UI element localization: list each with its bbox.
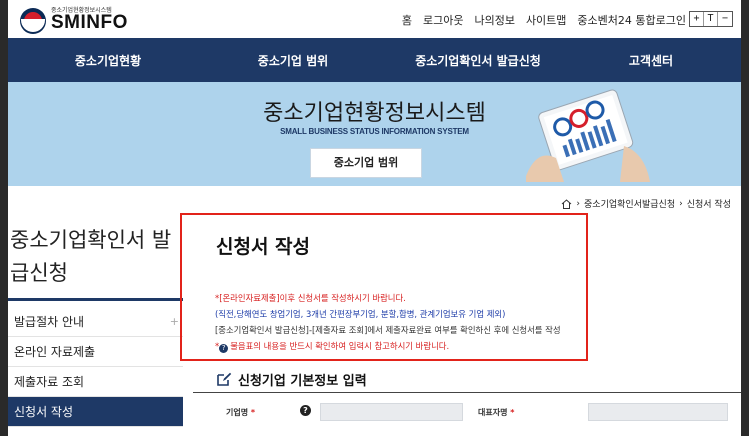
sitemap-link[interactable]: 사이트맵 (526, 12, 566, 28)
my-info-link[interactable]: 나의정보 (474, 12, 514, 28)
sidebar-item-issuance-guide[interactable]: 발급절차 안내 + (8, 307, 183, 337)
breadcrumb-parent[interactable]: 중소기업확인서발급신청 (584, 197, 675, 210)
sidebar-item-label: 온라인 자료제출 (14, 345, 96, 359)
browser-page: 중소기업현황정보시스템 SMINFO 홈 로그아웃 나의정보 사이트맵 중소벤처… (8, 0, 741, 436)
representative-label: 대표자명 * (478, 407, 514, 418)
zoom-out-button[interactable]: − (718, 12, 732, 26)
sidebar-item-label: 신청서 작성 (14, 405, 74, 419)
expand-icon[interactable]: + (170, 307, 179, 337)
text-size-button[interactable]: T (704, 12, 718, 26)
sidebar-divider (8, 298, 183, 301)
sidebar-title: 중소기업확인서 발급신청 (10, 228, 172, 285)
home-icon[interactable] (561, 198, 572, 209)
utility-links: 홈 로그아웃 나의정보 사이트맵 중소벤처24 통합로그인 (402, 12, 686, 28)
help-icon[interactable]: ? (300, 405, 311, 416)
company-name-label: 기업명 * (226, 407, 255, 418)
logo-text: SMINFO (51, 12, 128, 33)
sidebar-item-label: 제출자료 조회 (14, 375, 85, 389)
section-header: 신청기업 기본정보 입력 (216, 370, 367, 389)
main-nav: 중소기업현황 중소기업 범위 중소기업확인서 발급신청 고객센터 (8, 38, 741, 82)
required-mark: * (510, 408, 515, 417)
sidebar-item-application-form[interactable]: 신청서 작성 (8, 397, 183, 427)
zoom-in-button[interactable]: + (690, 12, 704, 26)
required-mark: * (250, 408, 256, 417)
nav-sme-range[interactable]: 중소기업 범위 (258, 52, 328, 69)
integrated-login-link[interactable]: 중소벤처24 통합로그인 (577, 12, 686, 28)
section-divider (193, 392, 741, 393)
company-name-field[interactable] (320, 403, 463, 421)
tablet-illustration (526, 89, 650, 182)
breadcrumb: › 중소기업확인서발급신청 › 신청서 작성 (561, 197, 731, 210)
breadcrumb-current: 신청서 작성 (686, 200, 731, 210)
home-link[interactable]: 홈 (402, 12, 412, 28)
sidebar-item-submission-lookup[interactable]: 제출자료 조회 (8, 367, 183, 397)
section-title: 신청기업 기본정보 입력 (238, 374, 367, 389)
breadcrumb-separator-icon: › (679, 198, 683, 209)
breadcrumb-separator-icon: › (576, 198, 581, 209)
zoom-controls: + T − (689, 11, 733, 27)
company-name-label-text: 기업명 (226, 408, 249, 417)
representative-label-text: 대표자명 (478, 408, 508, 417)
top-bar: 중소기업현황정보시스템 SMINFO 홈 로그아웃 나의정보 사이트맵 중소벤처… (8, 0, 741, 38)
sidebar-item-online-submission[interactable]: 온라인 자료제출 (8, 337, 183, 367)
hero-banner: 중소기업현황정보시스템 SMALL BUSINESS STATUS INFORM… (8, 82, 741, 186)
nav-customer-center[interactable]: 고객센터 (629, 52, 673, 69)
edit-icon (217, 372, 232, 386)
sme-range-button[interactable]: 중소기업 범위 (310, 148, 422, 178)
representative-field[interactable] (588, 403, 728, 421)
sminfo-logo[interactable]: 중소기업현황정보시스템 SMINFO (20, 3, 140, 35)
nav-company-status[interactable]: 중소기업현황 (75, 52, 141, 69)
nav-certificate-application[interactable]: 중소기업확인서 발급신청 (415, 52, 541, 69)
sidebar-item-label: 발급절차 안내 (14, 315, 85, 329)
logo-mark-icon (20, 8, 46, 34)
logout-link[interactable]: 로그아웃 (423, 12, 463, 28)
highlight-box (180, 213, 588, 361)
